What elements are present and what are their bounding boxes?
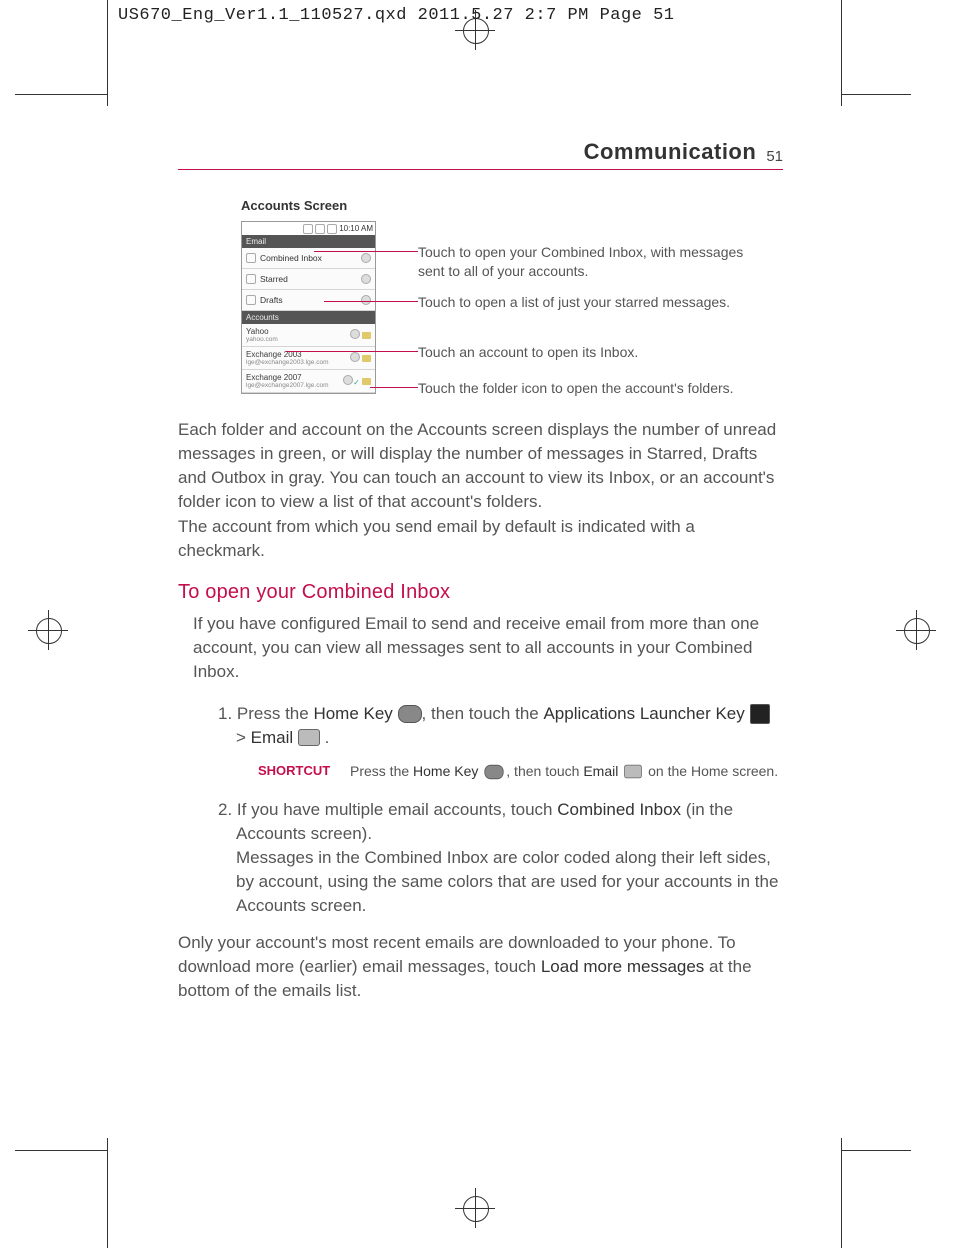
- folder-icon: [362, 378, 371, 385]
- status-icon: [315, 224, 325, 234]
- shortcut-body: Press the Home Key , then touch Email on…: [350, 762, 783, 782]
- crop-mark: [841, 0, 842, 106]
- email-icon: [624, 765, 642, 779]
- chapter-title: Communication: [584, 139, 757, 165]
- step-list: 1. Press the Home Key , then touch the A…: [218, 702, 783, 918]
- drafts-icon: [246, 295, 256, 305]
- inbox-icon: [246, 253, 256, 263]
- folder-icon: [362, 355, 371, 362]
- crop-mark: [841, 94, 911, 95]
- leader-line: [324, 301, 418, 302]
- registration-mark-icon: [896, 610, 936, 650]
- callout-starred: Touch to open a list of just your starre…: [418, 293, 758, 312]
- paragraph: Only your account's most recent emails a…: [178, 931, 783, 1003]
- page-body: Accounts Screen 10:10 AM Email Combined …: [178, 198, 783, 1021]
- count-icon: [361, 253, 371, 263]
- account-exchange-2007: Exchange 2007lge@exchange2007.lge.com ✓: [242, 370, 375, 393]
- sync-icon: [343, 375, 353, 385]
- page-number: 51: [766, 148, 783, 165]
- figure-row: 10:10 AM Email Combined Inbox Starred Dr…: [241, 221, 783, 394]
- step-2: 2. If you have multiple email accounts, …: [218, 798, 783, 919]
- sync-icon: [350, 352, 360, 362]
- count-icon: [361, 274, 371, 284]
- paragraph: If you have configured Email to send and…: [193, 612, 783, 684]
- callout-folder: Touch the folder icon to open the accoun…: [418, 379, 758, 398]
- crop-mark: [107, 1138, 108, 1248]
- heading-open-combined-inbox: To open your Combined Inbox: [178, 581, 783, 604]
- account-yahoo: Yahooyahoo.com: [242, 324, 375, 347]
- crop-mark: [15, 94, 107, 95]
- crop-mark: [841, 1138, 842, 1248]
- file-header: US670_Eng_Ver1.1_110527.qxd 2011.5.27 2:…: [118, 6, 675, 25]
- phone-mockup: 10:10 AM Email Combined Inbox Starred Dr…: [241, 221, 376, 394]
- leader-line: [370, 387, 418, 388]
- email-icon: [298, 729, 320, 746]
- leader-line: [286, 351, 418, 352]
- callout-account: Touch an account to open its Inbox.: [418, 343, 758, 362]
- star-icon: [246, 274, 256, 284]
- status-bar: 10:10 AM: [242, 222, 375, 235]
- section-accounts: Accounts: [242, 311, 375, 324]
- home-key-icon: [485, 764, 504, 778]
- crop-mark: [841, 1150, 911, 1151]
- status-icon: [303, 224, 313, 234]
- chapter-header: Communication 51: [178, 139, 783, 170]
- callout-combined-inbox: Touch to open your Combined Inbox, with …: [418, 243, 758, 281]
- paragraph: Each folder and account on the Accounts …: [178, 418, 783, 563]
- crop-mark: [107, 0, 108, 106]
- status-time: 10:10 AM: [339, 224, 373, 233]
- section-email: Email: [242, 235, 375, 248]
- folder-icon: [362, 332, 371, 339]
- sync-icon: [350, 329, 360, 339]
- shortcut: SHORTCUT Press the Home Key , then touch…: [258, 762, 783, 782]
- registration-mark-icon: [455, 1188, 495, 1228]
- step-1: 1. Press the Home Key , then touch the A…: [218, 702, 783, 750]
- count-icon: [361, 295, 371, 305]
- row-starred: Starred: [242, 269, 375, 290]
- crop-mark: [15, 1150, 107, 1151]
- home-key-icon: [398, 705, 422, 723]
- leader-line: [314, 251, 418, 252]
- shortcut-label: SHORTCUT: [258, 762, 350, 782]
- registration-mark-icon: [28, 610, 68, 650]
- battery-icon: [327, 224, 337, 234]
- launcher-key-icon: [750, 704, 770, 724]
- figure-caption: Accounts Screen: [241, 198, 783, 213]
